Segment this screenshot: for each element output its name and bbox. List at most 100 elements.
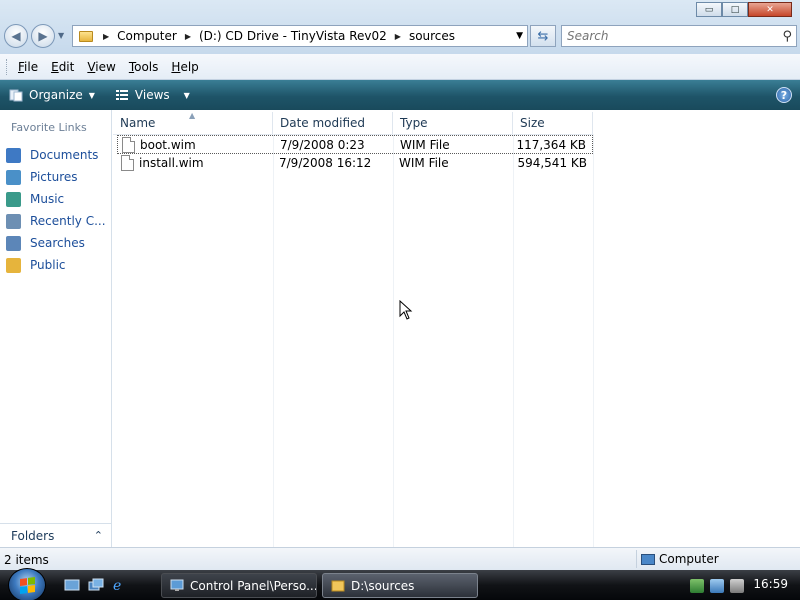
file-date: 7/9/2008 0:23	[280, 138, 365, 152]
minimize-button[interactable]: ▭	[696, 2, 722, 17]
views-dropdown-icon: ▼	[183, 90, 190, 100]
breadcrumb-drive[interactable]: (D:) CD Drive - TinyVista Rev02	[199, 29, 387, 43]
svg-text:e: e	[113, 578, 121, 592]
nav-link-public[interactable]: Public	[6, 254, 106, 276]
breadcrumb-computer[interactable]: Computer	[117, 29, 177, 43]
file-type: WIM File	[400, 138, 450, 152]
taskbar: e Control Panel\Perso... D:\sources 16:5…	[0, 568, 800, 600]
maximize-button[interactable]: □	[722, 2, 748, 17]
sort-ascending-icon: ▲	[189, 111, 196, 120]
mouse-pointer-icon	[399, 300, 413, 320]
column-header-label: Date modified	[280, 116, 366, 130]
music-icon	[6, 191, 21, 207]
file-icon	[122, 137, 135, 153]
column-header-size[interactable]: Size	[513, 112, 593, 134]
show-desktop-icon[interactable]	[64, 578, 80, 592]
file-list: Name ▲ Date modified Type Size boot.wim …	[113, 110, 800, 547]
organize-label: Organize	[29, 88, 83, 102]
favorite-links-title: Favorite Links	[11, 121, 87, 134]
nav-link-searches[interactable]: Searches	[6, 232, 106, 254]
favorite-links-list: Documents Pictures Music Recently C... S…	[6, 144, 106, 276]
column-header-label: Type	[400, 116, 428, 130]
status-location: Computer	[641, 552, 719, 566]
file-size: 117,364 KB	[516, 138, 586, 152]
volume-muted-icon[interactable]	[730, 578, 744, 593]
file-type: WIM File	[399, 156, 449, 170]
recently-changed-icon	[6, 213, 21, 229]
nav-link-label: Searches	[30, 236, 85, 250]
search-input[interactable]	[562, 26, 762, 46]
file-name: boot.wim	[140, 138, 196, 152]
views-button[interactable]: Views ▼	[115, 88, 190, 102]
computer-icon	[641, 553, 655, 565]
control-panel-icon	[170, 579, 184, 591]
column-divider	[273, 134, 274, 547]
nav-link-label: Documents	[30, 148, 99, 162]
nav-link-label: Recently C...	[30, 214, 106, 228]
chevron-up-icon: ⌃	[93, 529, 103, 542]
column-divider	[393, 134, 394, 547]
nav-link-documents[interactable]: Documents	[6, 144, 106, 166]
address-dropdown-icon[interactable]: ▼	[516, 31, 523, 41]
column-header-label: Name	[120, 116, 156, 130]
file-name: install.wim	[139, 156, 204, 170]
menu-bar: File Edit View Tools Help	[0, 54, 800, 80]
recent-pages-dropdown[interactable]: ▼	[58, 31, 64, 40]
title-bar: ▭ □ ✕ ◀ ▶ ▼ ▶ Computer ▶ (D:) CD Drive -…	[0, 0, 800, 54]
organize-button[interactable]: Organize ▼	[9, 88, 95, 102]
item-count: 2 items	[4, 553, 49, 567]
status-bar: 2 items Computer	[0, 547, 800, 570]
organize-dropdown-icon: ▼	[88, 90, 95, 100]
menu-file[interactable]: File	[18, 60, 38, 74]
windows-logo-icon	[19, 576, 35, 594]
forward-button[interactable]: ▶	[31, 24, 55, 48]
search-box[interactable]: ⚲	[561, 25, 797, 47]
column-header-name[interactable]: Name ▲	[113, 111, 273, 134]
nav-link-music[interactable]: Music	[6, 188, 106, 210]
nav-link-label: Public	[30, 258, 66, 272]
menu-tools[interactable]: Tools	[129, 60, 159, 74]
security-icon[interactable]	[690, 578, 704, 593]
breadcrumb-separator-icon[interactable]: ▶	[103, 32, 109, 41]
file-row[interactable]: install.wim 7/9/2008 16:12 WIM File 594,…	[117, 154, 593, 173]
nav-link-pictures[interactable]: Pictures	[6, 166, 106, 188]
back-button[interactable]: ◀	[4, 24, 28, 48]
help-button[interactable]: ?	[776, 87, 792, 103]
views-icon	[115, 90, 128, 100]
breadcrumb-separator-icon[interactable]: ▶	[185, 32, 191, 41]
search-icon[interactable]: ⚲	[782, 29, 792, 44]
file-row[interactable]: boot.wim 7/9/2008 0:23 WIM File 117,364 …	[117, 135, 593, 154]
back-arrow-icon: ◀	[11, 29, 21, 43]
nav-link-recently-changed[interactable]: Recently C...	[6, 210, 106, 232]
column-divider	[513, 134, 514, 547]
close-button[interactable]: ✕	[748, 2, 792, 17]
start-button[interactable]	[8, 568, 46, 600]
address-bar[interactable]: ▶ Computer ▶ (D:) CD Drive - TinyVista R…	[72, 25, 528, 47]
command-bar: Organize ▼ Views ▼ ?	[0, 80, 800, 110]
taskbar-button-control-panel[interactable]: Control Panel\Perso...	[161, 573, 317, 598]
menu-grip	[6, 58, 9, 75]
menu-help[interactable]: Help	[171, 60, 198, 74]
folders-toggle[interactable]: Folders ⌃	[0, 523, 111, 547]
status-divider	[636, 550, 637, 568]
task-label: Control Panel\Perso...	[190, 578, 317, 593]
nav-link-label: Music	[30, 192, 65, 206]
network-icon[interactable]	[710, 578, 724, 593]
menu-edit[interactable]: Edit	[51, 60, 74, 74]
refresh-icon: ⇆	[537, 28, 549, 44]
menu-view[interactable]: View	[87, 60, 115, 74]
forward-arrow-icon: ▶	[38, 29, 48, 43]
column-header-date-modified[interactable]: Date modified	[273, 112, 393, 134]
file-date: 7/9/2008 16:12	[279, 156, 372, 170]
navigation-pane: Favorite Links Documents Pictures Music …	[0, 110, 112, 547]
column-header-type[interactable]: Type	[393, 112, 513, 134]
breadcrumb-separator-icon[interactable]: ▶	[395, 32, 401, 41]
switch-windows-icon[interactable]	[88, 578, 104, 592]
column-divider	[593, 134, 594, 547]
breadcrumb-sources[interactable]: sources	[409, 29, 455, 43]
taskbar-button-sources[interactable]: D:\sources	[322, 573, 478, 598]
refresh-button[interactable]: ⇆	[530, 25, 556, 47]
clock[interactable]: 16:59	[753, 577, 788, 591]
task-label: D:\sources	[351, 578, 415, 593]
internet-explorer-icon[interactable]: e	[111, 578, 127, 592]
